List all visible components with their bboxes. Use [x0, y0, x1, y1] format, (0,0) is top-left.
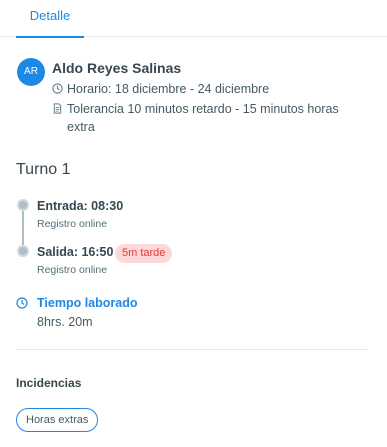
- clock-icon: [52, 83, 63, 94]
- tab-bar: Detalle: [0, 0, 387, 38]
- tolerancia-row: Tolerancia 10 minutos retardo - 15 minut…: [52, 100, 352, 136]
- tab-detalle-label: Detalle: [29, 8, 71, 23]
- document-icon: [53, 103, 62, 114]
- horario-text: Horario: 18 diciembre - 24 diciembre: [67, 82, 270, 96]
- timeline-dot-entrada: [17, 199, 29, 211]
- entrada-sub: Registro online: [37, 218, 108, 230]
- employee-name: Aldo Reyes Salinas: [52, 60, 182, 76]
- tab-detalle[interactable]: Detalle: [16, 0, 84, 38]
- tiempo-laborado-label: Tiempo laborado: [37, 296, 138, 310]
- turno-title: Turno 1: [16, 161, 71, 178]
- active-tab-indicator: [16, 36, 84, 38]
- late-badge: 5m tarde: [115, 244, 173, 263]
- clock-icon: [16, 297, 28, 309]
- salida-label: Salida: 16:50: [37, 245, 114, 259]
- timeline-dot-salida: [17, 245, 29, 257]
- horario-row: Horario: 18 diciembre - 24 diciembre: [52, 80, 352, 98]
- divider: [16, 349, 368, 350]
- salida-sub: Registro online: [37, 264, 108, 276]
- chip-horas-extras[interactable]: Horas extras: [16, 408, 99, 432]
- avatar: AR: [17, 58, 45, 86]
- incidencias-title: Incidencias: [16, 376, 82, 390]
- tiempo-laborado-value: 8hrs. 20m: [37, 315, 93, 329]
- entrada-label: Entrada: 08:30: [37, 199, 124, 213]
- tolerancia-text: Tolerancia 10 minutos retardo - 15 minut…: [67, 102, 339, 134]
